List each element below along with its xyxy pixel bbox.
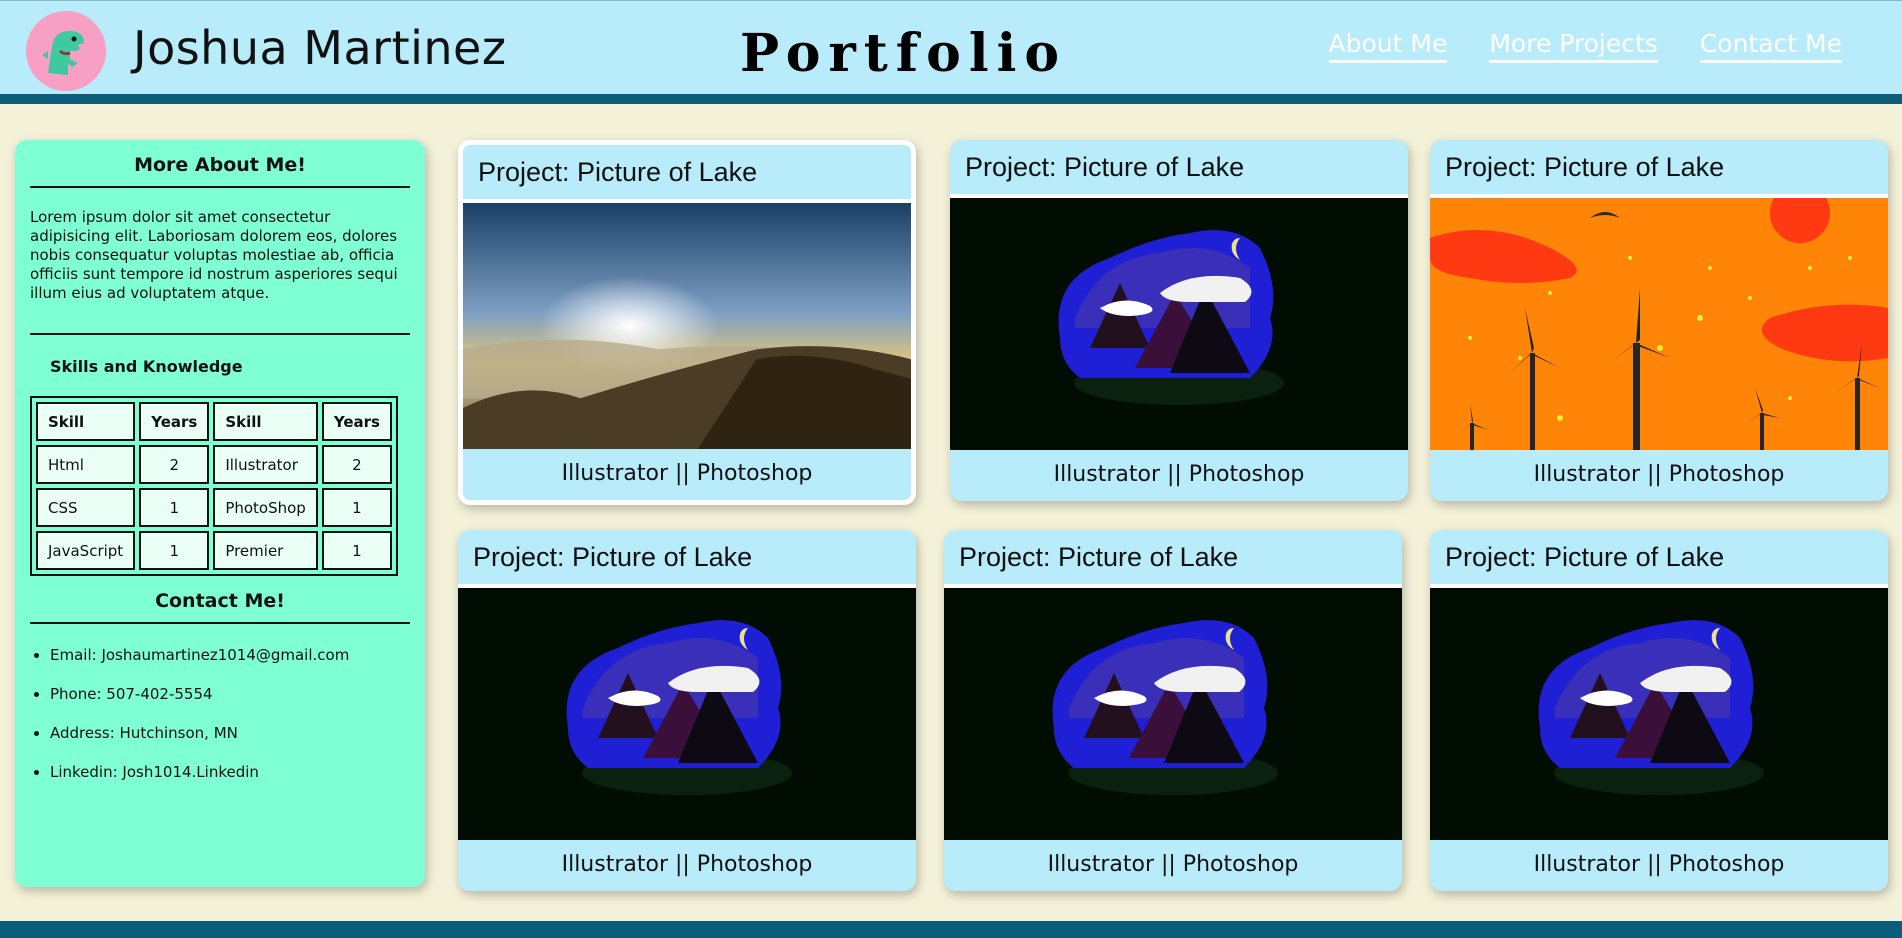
project-card[interactable]: Project: Picture of Lake Illustrator || … — [458, 530, 916, 891]
project-title: Project: Picture of Lake — [950, 140, 1408, 198]
skill-cell: JavaScript — [36, 531, 136, 570]
project-tools: Illustrator || Photoshop — [1053, 462, 1305, 487]
project-title: Project: Picture of Lake — [458, 530, 916, 588]
table-row: CSS 1 PhotoShop 1 — [36, 488, 392, 527]
skills-table: Skill Years Skill Years Html 2 Illustrat… — [30, 396, 398, 576]
project-tools: Illustrator || Photoshop — [1533, 462, 1785, 487]
nav-about-me[interactable]: About Me — [1328, 29, 1448, 63]
site-owner-name: Joshua Martinez — [133, 21, 507, 75]
project-title: Project: Picture of Lake — [1430, 530, 1888, 588]
contact-list: Email: Joshaumartinez1014@gmail.com Phon… — [30, 624, 410, 781]
project-card[interactable]: Project: Picture of Lake Illustrator || … — [950, 140, 1408, 501]
skill-cell: Illustrator — [213, 445, 318, 484]
table-row: JavaScript 1 Premier 1 — [36, 531, 392, 570]
skill-cell: Premier — [213, 531, 318, 570]
contact-email: Email: Joshaumartinez1014@gmail.com — [50, 646, 410, 664]
skills-header-skill: Skill — [36, 402, 136, 441]
sunset-mountain-image — [463, 203, 911, 449]
project-card[interactable]: Project: Picture of Lake Illustrator || … — [1430, 140, 1888, 501]
project-tools: Illustrator || Photoshop — [1047, 852, 1299, 877]
skills-header-years: Years — [139, 402, 210, 441]
footer-bar — [0, 921, 1902, 938]
nav-more-projects[interactable]: More Projects — [1489, 29, 1658, 63]
night-mountain-image — [944, 588, 1402, 840]
project-tools: Illustrator || Photoshop — [561, 852, 813, 877]
page-title: Portfolio — [740, 23, 1068, 84]
contact-linkedin: Linkedin: Josh1014.Linkedin — [50, 763, 410, 781]
project-card[interactable]: Project: Picture of Lake Illustrator || … — [944, 530, 1402, 891]
project-card[interactable]: Project: Picture of Lake Illustrator || … — [458, 140, 916, 505]
skills-header-years: Years — [321, 402, 392, 441]
sidebar: More About Me! Lorem ipsum dolor sit ame… — [15, 140, 425, 887]
skill-cell: PhotoShop — [213, 488, 318, 527]
years-cell: 2 — [139, 445, 210, 484]
contact-address: Address: Hutchinson, MN — [50, 724, 410, 742]
contact-phone: Phone: 507-402-5554 — [50, 685, 410, 703]
project-title: Project: Picture of Lake — [1430, 140, 1888, 198]
main-nav: About Me More Projects Contact Me — [1328, 29, 1842, 63]
project-title: Project: Picture of Lake — [463, 145, 911, 203]
years-cell: 1 — [139, 531, 210, 570]
nav-contact-me[interactable]: Contact Me — [1699, 29, 1842, 63]
about-text: Lorem ipsum dolor sit amet consectetur a… — [30, 188, 410, 335]
table-row: Html 2 Illustrator 2 — [36, 445, 392, 484]
years-cell: 2 — [321, 445, 392, 484]
night-mountain-image — [458, 588, 916, 840]
night-mountain-image — [950, 198, 1408, 450]
site-header: Joshua Martinez Portfolio About Me More … — [0, 0, 1902, 104]
skills-header-skill: Skill — [213, 402, 318, 441]
project-tools: Illustrator || Photoshop — [1533, 852, 1785, 877]
dinosaur-avatar — [26, 11, 106, 91]
skills-header-row: Skill Years Skill Years — [36, 402, 392, 441]
skill-cell: CSS — [36, 488, 136, 527]
project-tools: Illustrator || Photoshop — [561, 461, 813, 486]
project-title: Project: Picture of Lake — [944, 530, 1402, 588]
wind-turbines-image — [1430, 198, 1888, 450]
about-heading: More About Me! — [30, 150, 410, 188]
years-cell: 1 — [139, 488, 210, 527]
project-card[interactable]: Project: Picture of Lake Illustrator || … — [1430, 530, 1888, 891]
years-cell: 1 — [321, 531, 392, 570]
skills-heading: Skills and Knowledge — [50, 357, 243, 376]
night-mountain-image — [1430, 588, 1888, 840]
years-cell: 1 — [321, 488, 392, 527]
skill-cell: Html — [36, 445, 136, 484]
contact-heading: Contact Me! — [30, 576, 410, 624]
